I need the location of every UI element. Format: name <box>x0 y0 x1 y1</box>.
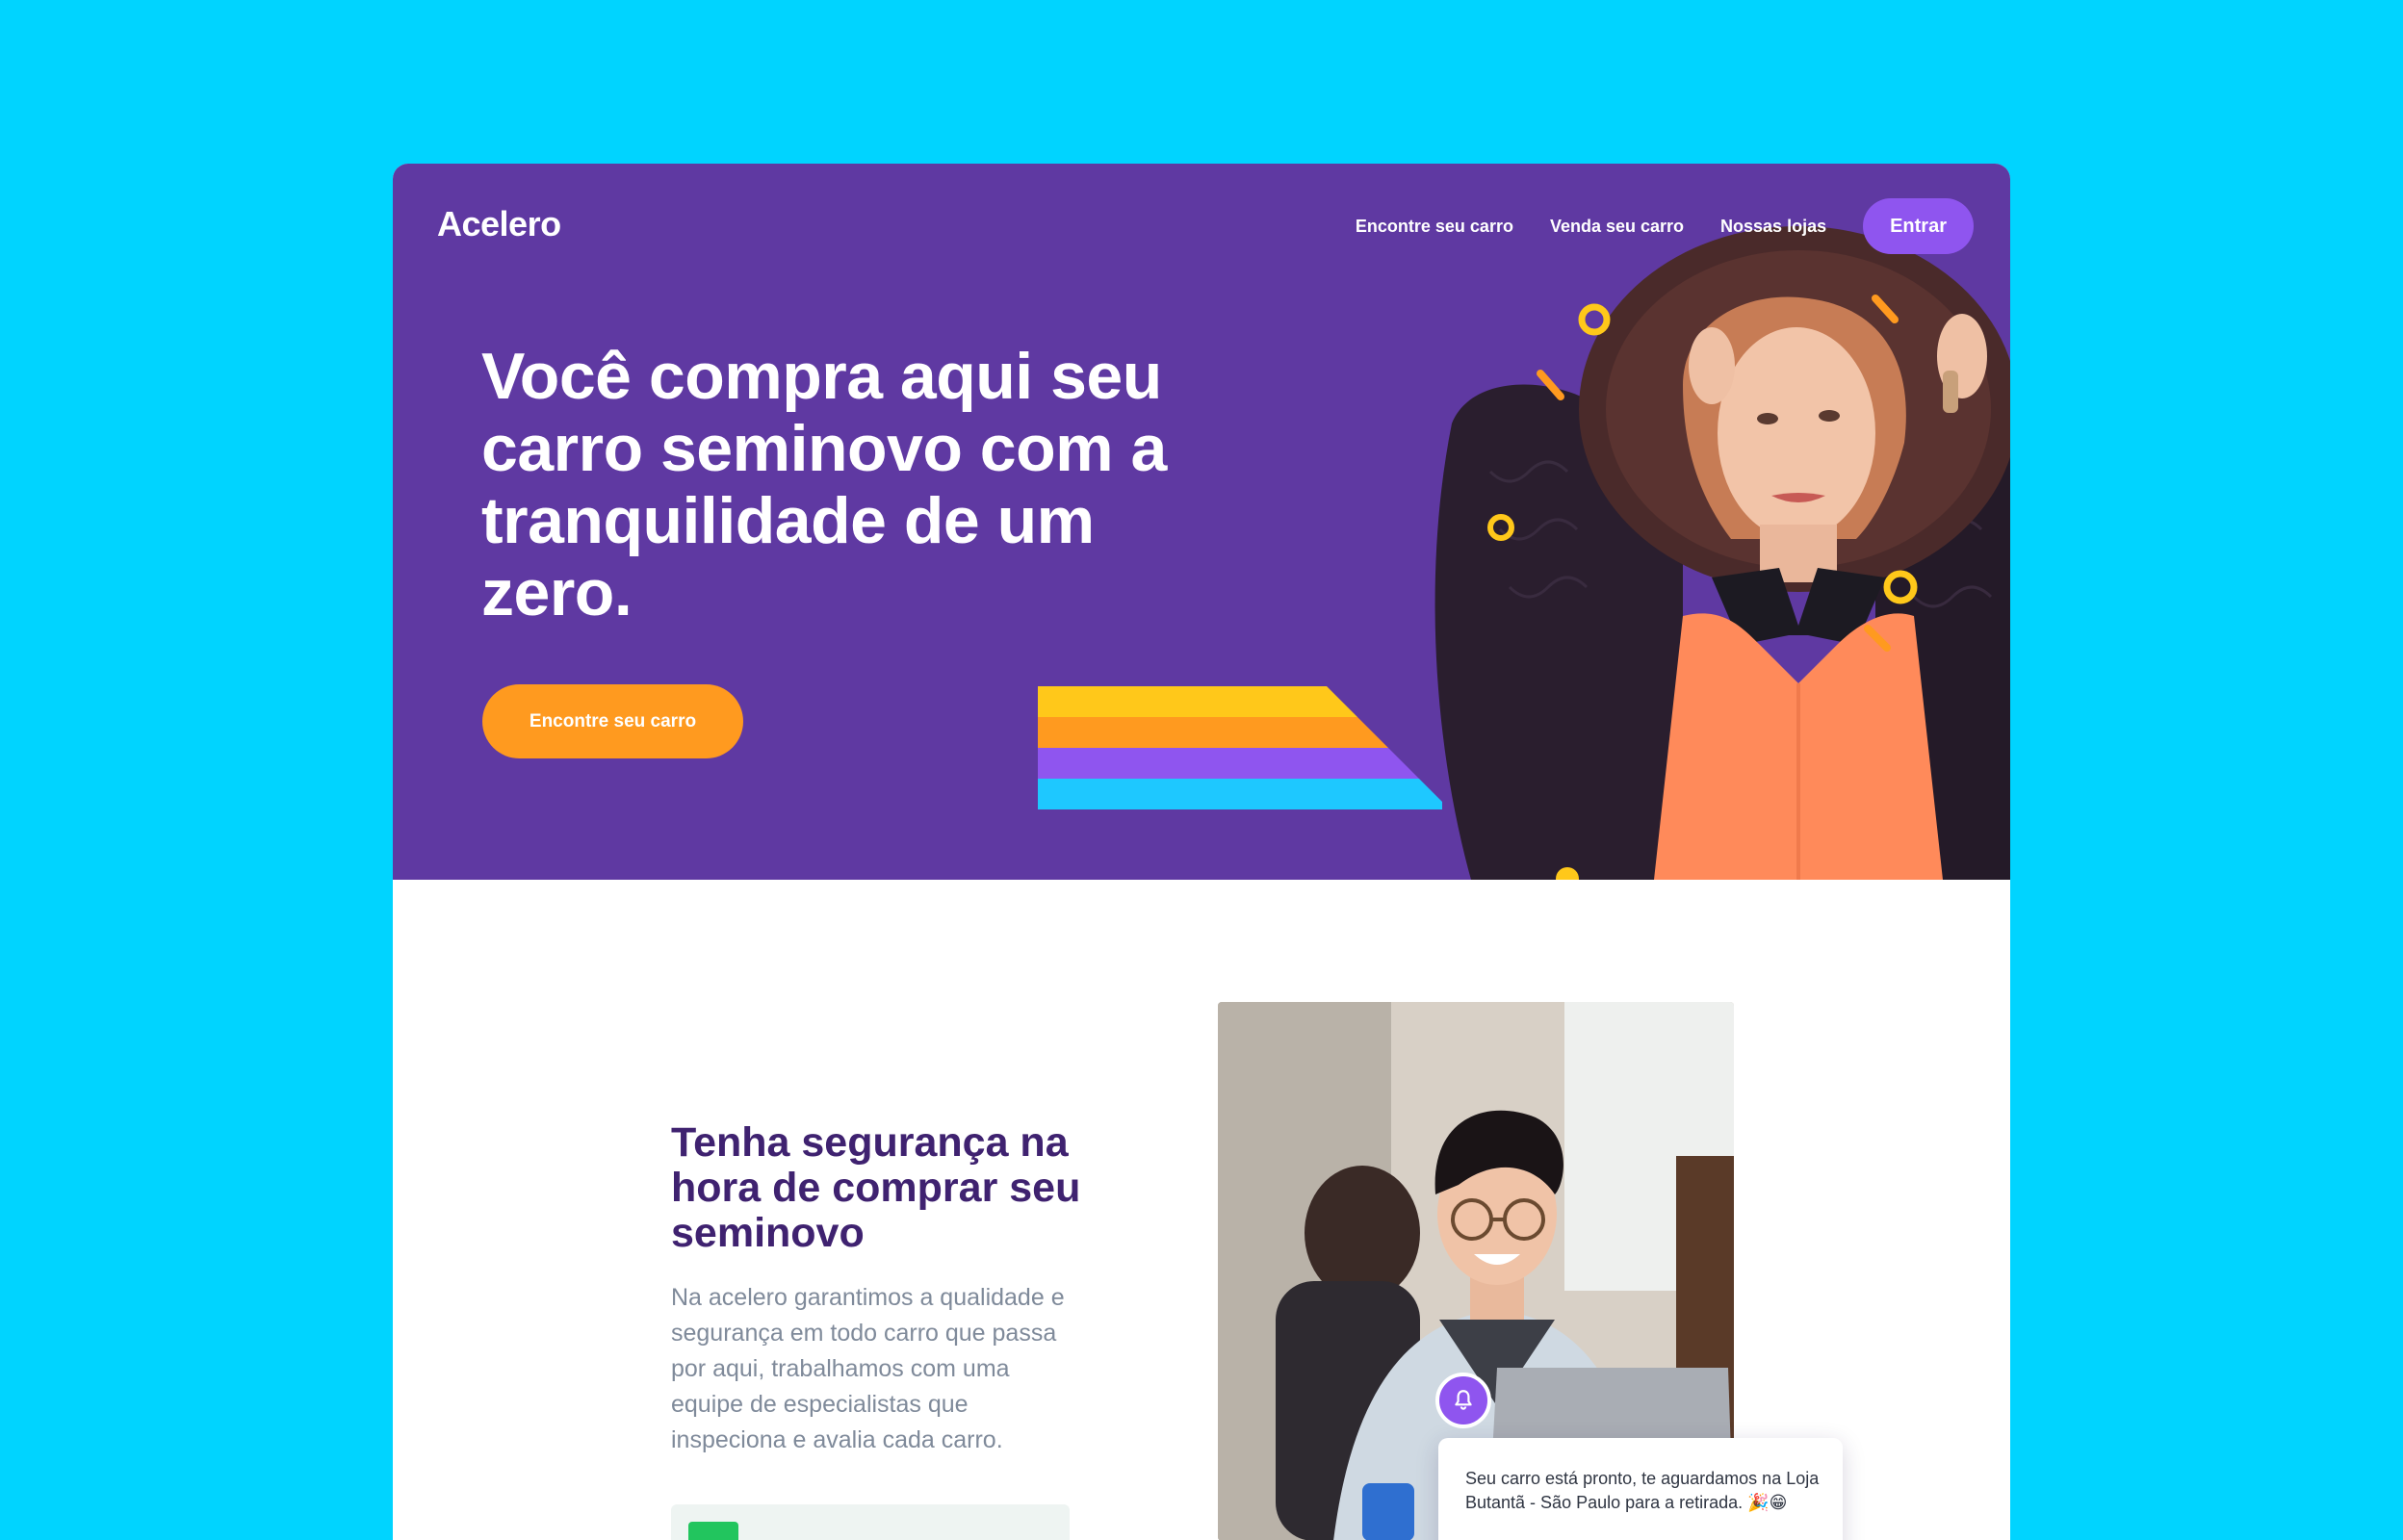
find-car-cta-button[interactable]: Encontre seu carro <box>482 684 743 758</box>
brand-logo[interactable]: Acelero <box>437 204 561 244</box>
hero-title: Você compra aqui seu carro seminovo com … <box>481 340 1167 629</box>
nav-link-find-car[interactable]: Encontre seu carro <box>1356 217 1513 237</box>
login-button[interactable]: Entrar <box>1863 198 1974 254</box>
check-badge <box>688 1522 738 1540</box>
browser-frame: Acelero Encontre seu carro Venda seu car… <box>393 164 2010 1540</box>
notification-badge[interactable] <box>1435 1373 1491 1428</box>
nav-link-sell-car[interactable]: Venda seu carro <box>1550 217 1684 237</box>
notification-card: Seu carro está pronto, te aguardamos na … <box>1438 1438 1843 1540</box>
feature-title: Tenha segurança na hora de comprar seu s… <box>671 1119 1081 1256</box>
feature-description: Na acelero garantimos a qualidade e segu… <box>671 1284 1065 1453</box>
main-nav: Encontre seu carro Venda seu carro Nossa… <box>1356 198 1974 254</box>
feature-checklist-card <box>671 1504 1070 1540</box>
stripe-cyan <box>1038 779 1442 809</box>
notification-text: Seu carro está pronto, te aguardamos na … <box>1465 1469 1820 1512</box>
stripe-purple <box>1038 748 1419 779</box>
bell-icon <box>1455 1390 1472 1410</box>
hero-section: Acelero Encontre seu carro Venda seu car… <box>393 164 2010 880</box>
nav-link-stores[interactable]: Nossas lojas <box>1720 217 1826 237</box>
